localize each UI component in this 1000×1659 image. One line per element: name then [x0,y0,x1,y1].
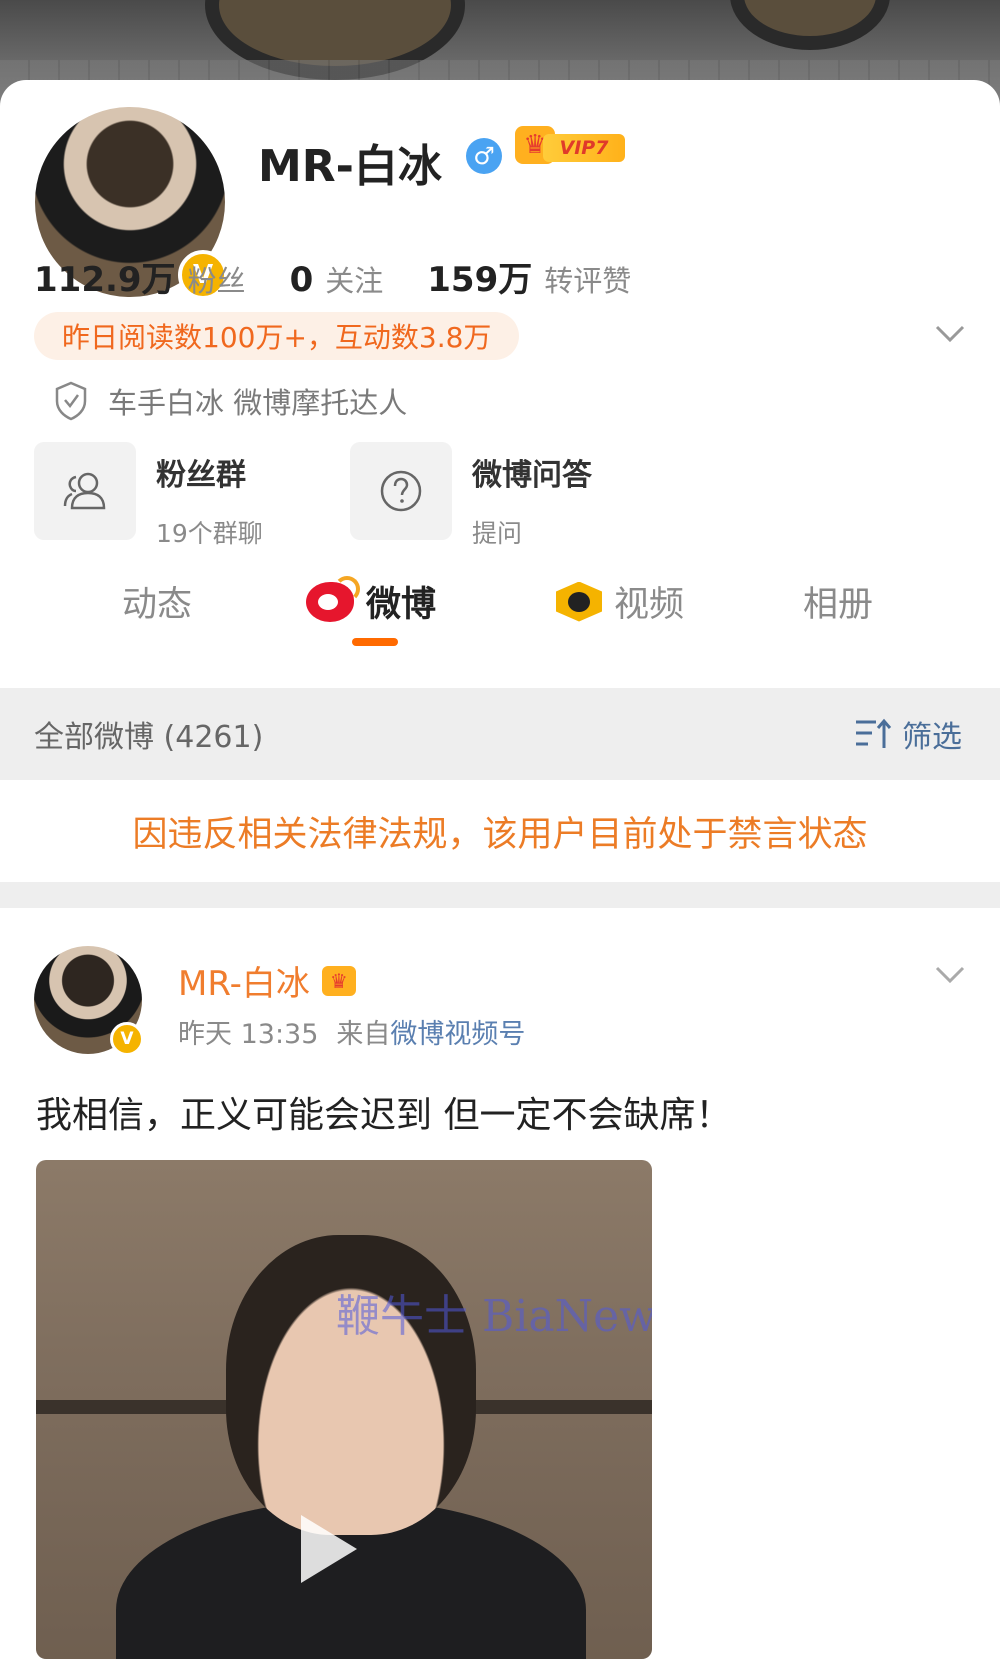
crown-icon: ♛ [321,965,356,996]
chevron-down-icon[interactable] [935,323,965,345]
stat-label: 粉丝 [187,264,246,298]
profile-name: MR-白冰 [258,141,442,192]
stat-number: 159万 [427,260,533,300]
stat-number: 112.9万 [34,260,176,300]
post-source-link[interactable]: 微博视频号 [390,1019,525,1050]
stat-following[interactable]: 0 关注 [290,258,384,300]
feature-subtitle: 提问 [472,519,523,548]
stat-interactions[interactable]: 159万 转评赞 [427,252,631,301]
post-time: 昨天 13:35 [178,1019,319,1050]
users-icon [63,472,106,510]
weibo-logo-icon [306,575,360,622]
post-source-prefix: 来自 [336,1019,391,1050]
fan-group-entry[interactable]: 粉丝群 19个群聊 [34,442,263,550]
stat-followers[interactable]: 112.9万 粉丝 [34,252,246,301]
stat-label: 转评赞 [544,264,632,298]
play-icon[interactable] [301,1515,357,1583]
tab-label: 微博 [366,585,437,625]
post-author[interactable]: MR-白冰 ♛ [178,956,356,1005]
tab-label: 相册 [803,585,874,625]
post-meta: 昨天 13:35 来自微博视频号 [178,1012,525,1051]
video-watermark: 鞭牛士 BiaNews [336,1291,652,1342]
tab-label: 动态 [122,585,193,625]
tab-weibo[interactable]: 微博 [306,575,437,627]
profile-tabs: 动态 微博 视频 相册 [0,562,1000,660]
filter-sort-icon [856,718,892,748]
stat-number: 0 [289,260,314,300]
feature-icon-box [34,442,136,540]
tab-album[interactable]: 相册 [803,576,873,627]
feature-icon-box [350,442,452,540]
post-text: 我相信，正义可能会迟到 但一定不会缺席！ [36,1095,732,1136]
male-gender-icon: ♂ [466,138,502,174]
weibo-qa-entry[interactable]: 微博问答 提问 [350,442,592,550]
weibo-post: V MR-白冰 ♛ 昨天 13:35 来自微博视频号 我相信，正义可能会迟到 但… [0,908,1000,1659]
certification-text: 车手白冰 微博摩托达人 [108,386,408,420]
filter-button[interactable]: 筛选 [854,712,962,756]
motorcycle-wheel [730,0,890,50]
feature-subtitle: 19个群聊 [156,519,263,548]
filter-label: 筛选 [902,720,962,755]
chevron-down-icon[interactable] [935,964,965,986]
tab-label: 视频 [614,585,685,625]
feature-title: 粉丝群 [156,458,246,493]
vip-badge[interactable]: ♛ VIP7 [515,126,627,170]
profile-stats: 112.9万 粉丝 0 关注 159万 转评赞 [34,252,631,301]
reads-summary-badge[interactable]: 昨日阅读数100万+，互动数3.8万 [34,312,520,360]
section-divider [0,882,1000,908]
certification-row: 车手白冰 微博摩托达人 [54,380,407,422]
verified-v-icon: V [110,1022,144,1056]
post-author-name: MR-白冰 [178,964,310,1004]
weibo-count: 全部微博 (4261) [34,720,264,755]
question-icon [380,470,422,512]
feature-title: 微博问答 [472,458,592,493]
tab-video[interactable]: 视频 [556,576,684,627]
filter-bar: 全部微博 (4261) 筛选 [0,688,1000,780]
stat-label: 关注 [325,264,384,298]
active-tab-indicator [352,638,398,646]
video-logo-icon [556,581,602,622]
vip-level-label: VIP7 [543,134,625,162]
video-thumbnail[interactable]: 鞭牛士 BiaNews [36,1160,652,1659]
shield-icon [55,381,87,421]
ban-notice: 因违反相关法律法规，该用户目前处于禁言状态 [132,814,868,855]
tab-dynamics[interactable]: 动态 [122,576,192,627]
